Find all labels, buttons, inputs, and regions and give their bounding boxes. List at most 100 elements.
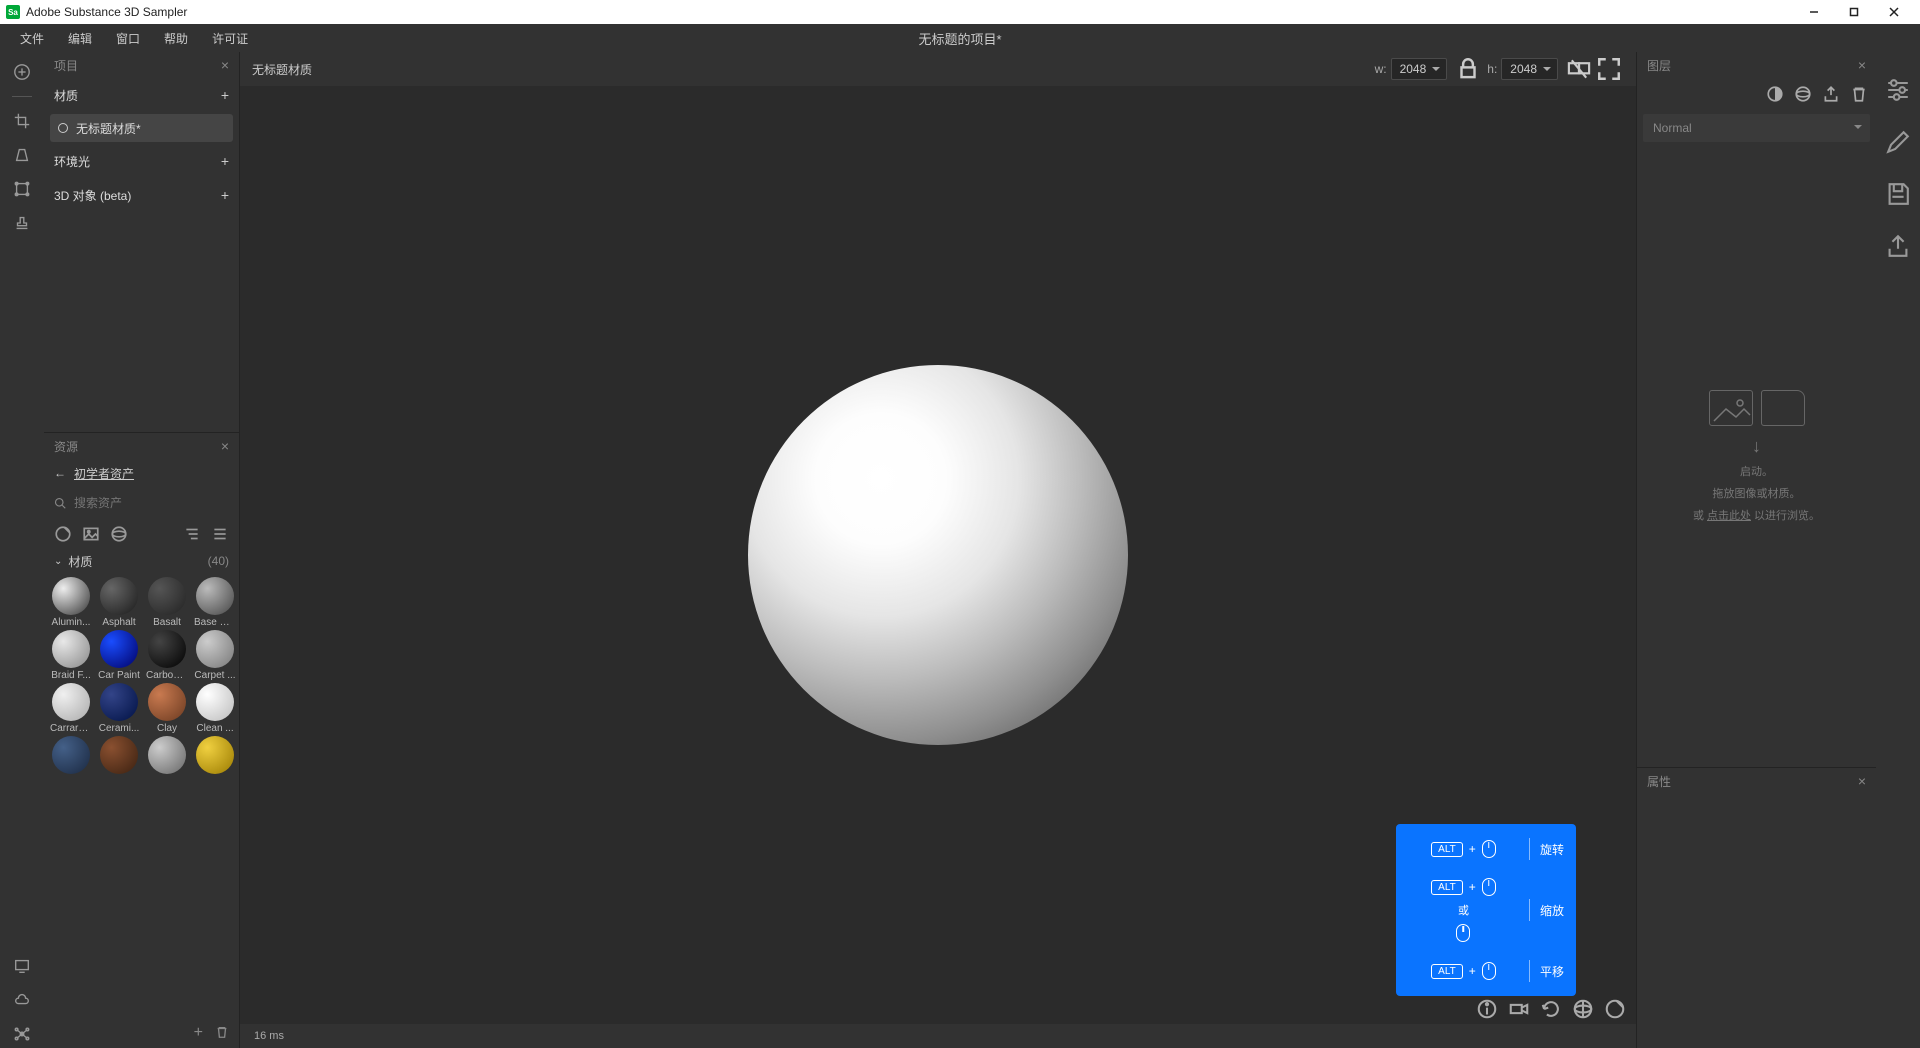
- assets-add-button[interactable]: +: [194, 1024, 203, 1042]
- material-item-label: 无标题材质*: [76, 120, 141, 137]
- project-3d-section[interactable]: 3D 对象 (beta) +: [44, 178, 239, 212]
- menu-file[interactable]: 文件: [8, 24, 56, 52]
- asset-item[interactable]: Braid F...: [50, 630, 92, 681]
- filter-material-icon[interactable]: [54, 525, 72, 543]
- asset-item[interactable]: Clay: [146, 683, 188, 734]
- assets-category-header[interactable]: ⌄ 材质 (40): [44, 549, 239, 573]
- drop-line3: 或 点击此处 以进行浏览。: [1693, 507, 1820, 523]
- workspace: 项目 × 材质 + 无标题材质* 环境光 + 3D 对象 (beta) +: [0, 52, 1920, 1048]
- asset-item[interactable]: [194, 736, 236, 776]
- 2d3d-toggle-button[interactable]: [1566, 58, 1592, 80]
- zoom-label: 缩放: [1540, 902, 1564, 919]
- perspective-tool[interactable]: [8, 141, 36, 169]
- properties-panel-title: 属性: [1647, 773, 1671, 790]
- asset-item[interactable]: Carrara...: [50, 683, 92, 734]
- properties-panel-close[interactable]: ×: [1858, 773, 1866, 789]
- file-placeholder-icon: [1761, 390, 1805, 426]
- warp-tool[interactable]: [8, 175, 36, 203]
- chevron-down-icon: ⌄: [54, 556, 62, 567]
- crop-tool[interactable]: [8, 107, 36, 135]
- right-tool-strip: [1876, 52, 1920, 1048]
- project-materials-section[interactable]: 材质 +: [44, 78, 239, 112]
- assets-category-label: 材质: [68, 553, 92, 570]
- drop-line2: 拖放图像或材质。: [1713, 485, 1801, 501]
- properties-panel: 属性 ×: [1637, 768, 1876, 1048]
- filter-sphere-icon[interactable]: [110, 525, 128, 543]
- asset-item[interactable]: Cerami...: [98, 683, 140, 734]
- assets-back[interactable]: ← 初学者资产: [44, 459, 239, 487]
- asset-item[interactable]: Alumin...: [50, 577, 92, 628]
- view-list-icon[interactable]: [211, 525, 229, 543]
- cloud-icon[interactable]: [8, 986, 36, 1014]
- sort-icon[interactable]: [183, 525, 201, 543]
- pencil-icon[interactable]: [1884, 128, 1912, 156]
- camera-button[interactable]: [1508, 998, 1530, 1020]
- asset-item[interactable]: Carbon ...: [146, 630, 188, 681]
- delete-layer-icon[interactable]: [1850, 85, 1868, 103]
- drop-browse-link[interactable]: 点击此处: [1707, 510, 1751, 522]
- add-tool[interactable]: [8, 58, 36, 86]
- material-item[interactable]: 无标题材质*: [50, 114, 233, 142]
- asset-thumb: [196, 683, 234, 721]
- asset-thumb: [100, 630, 138, 668]
- globe-button[interactable]: [1572, 998, 1594, 1020]
- asset-item[interactable]: [98, 736, 140, 776]
- viewport[interactable]: ALT+ 旋转 ALT+ 或 缩放 ALT+ 平移: [240, 86, 1636, 1024]
- asset-label: Basalt: [146, 617, 188, 628]
- viewport-toolbar: 无标题材质 w: 2048 h: 2048: [240, 52, 1636, 86]
- info-button[interactable]: [1476, 998, 1498, 1020]
- save-icon[interactable]: [1884, 180, 1912, 208]
- close-button[interactable]: [1874, 0, 1914, 24]
- maximize-button[interactable]: [1834, 0, 1874, 24]
- lock-aspect-button[interactable]: [1455, 58, 1481, 80]
- layer-mask-icon[interactable]: [1794, 85, 1812, 103]
- render-button[interactable]: [1604, 998, 1626, 1020]
- asset-item[interactable]: Car Paint: [98, 630, 140, 681]
- asset-item[interactable]: Asphalt: [98, 577, 140, 628]
- asset-label: Alumin...: [50, 617, 92, 628]
- asset-item[interactable]: [50, 736, 92, 776]
- stamp-tool[interactable]: [8, 209, 36, 237]
- layers-drop-area[interactable]: ↓ 启动。 拖放图像或材质。 或 点击此处 以进行浏览。: [1637, 146, 1876, 767]
- export-icon[interactable]: [1822, 85, 1840, 103]
- asset-label: Clean ...: [194, 723, 236, 734]
- add-env-icon[interactable]: +: [221, 153, 229, 169]
- sliders-icon[interactable]: [1884, 76, 1912, 104]
- project-env-section[interactable]: 环境光 +: [44, 144, 239, 178]
- project-panel-close[interactable]: ×: [221, 57, 229, 73]
- alt-key: ALT: [1431, 880, 1463, 895]
- asset-item[interactable]: Clean ...: [194, 683, 236, 734]
- share-icon[interactable]: [1884, 232, 1912, 260]
- assets-search: [44, 487, 239, 519]
- layers-panel-close[interactable]: ×: [1858, 57, 1866, 73]
- monitor-icon[interactable]: [8, 952, 36, 980]
- minimize-button[interactable]: [1794, 0, 1834, 24]
- assets-search-input[interactable]: [74, 496, 229, 510]
- asset-item[interactable]: Basalt: [146, 577, 188, 628]
- refresh-button[interactable]: [1540, 998, 1562, 1020]
- asset-item[interactable]: Carpet ...: [194, 630, 236, 681]
- asset-item[interactable]: Base M...: [194, 577, 236, 628]
- add-material-icon[interactable]: +: [221, 87, 229, 103]
- menu-edit[interactable]: 编辑: [56, 24, 104, 52]
- image-placeholder-icon: [1709, 390, 1753, 426]
- menu-license[interactable]: 许可证: [200, 24, 260, 52]
- assets-panel-close[interactable]: ×: [221, 438, 229, 454]
- filter-image-icon[interactable]: [82, 525, 100, 543]
- menu-window[interactable]: 窗口: [104, 24, 152, 52]
- assets-panel: 资源 × ← 初学者资产 ⌄ 材质: [44, 432, 239, 1048]
- menu-help[interactable]: 帮助: [152, 24, 200, 52]
- contrast-icon[interactable]: [1766, 85, 1784, 103]
- statusbar: 16 ms: [240, 1024, 1636, 1048]
- asset-label: Base M...: [194, 617, 236, 628]
- asset-thumb: [148, 577, 186, 615]
- blend-mode-select[interactable]: Normal: [1643, 114, 1870, 142]
- assets-delete-button[interactable]: [215, 1025, 229, 1042]
- right-panels: 图层 × Normal ↓ 启动。 拖放图像或材质。: [1636, 52, 1876, 1048]
- width-select[interactable]: 2048: [1391, 58, 1448, 80]
- asset-item[interactable]: [146, 736, 188, 776]
- fullscreen-button[interactable]: [1596, 58, 1622, 80]
- add-3d-icon[interactable]: +: [221, 187, 229, 203]
- height-select[interactable]: 2048: [1501, 58, 1558, 80]
- network-icon[interactable]: [8, 1020, 36, 1048]
